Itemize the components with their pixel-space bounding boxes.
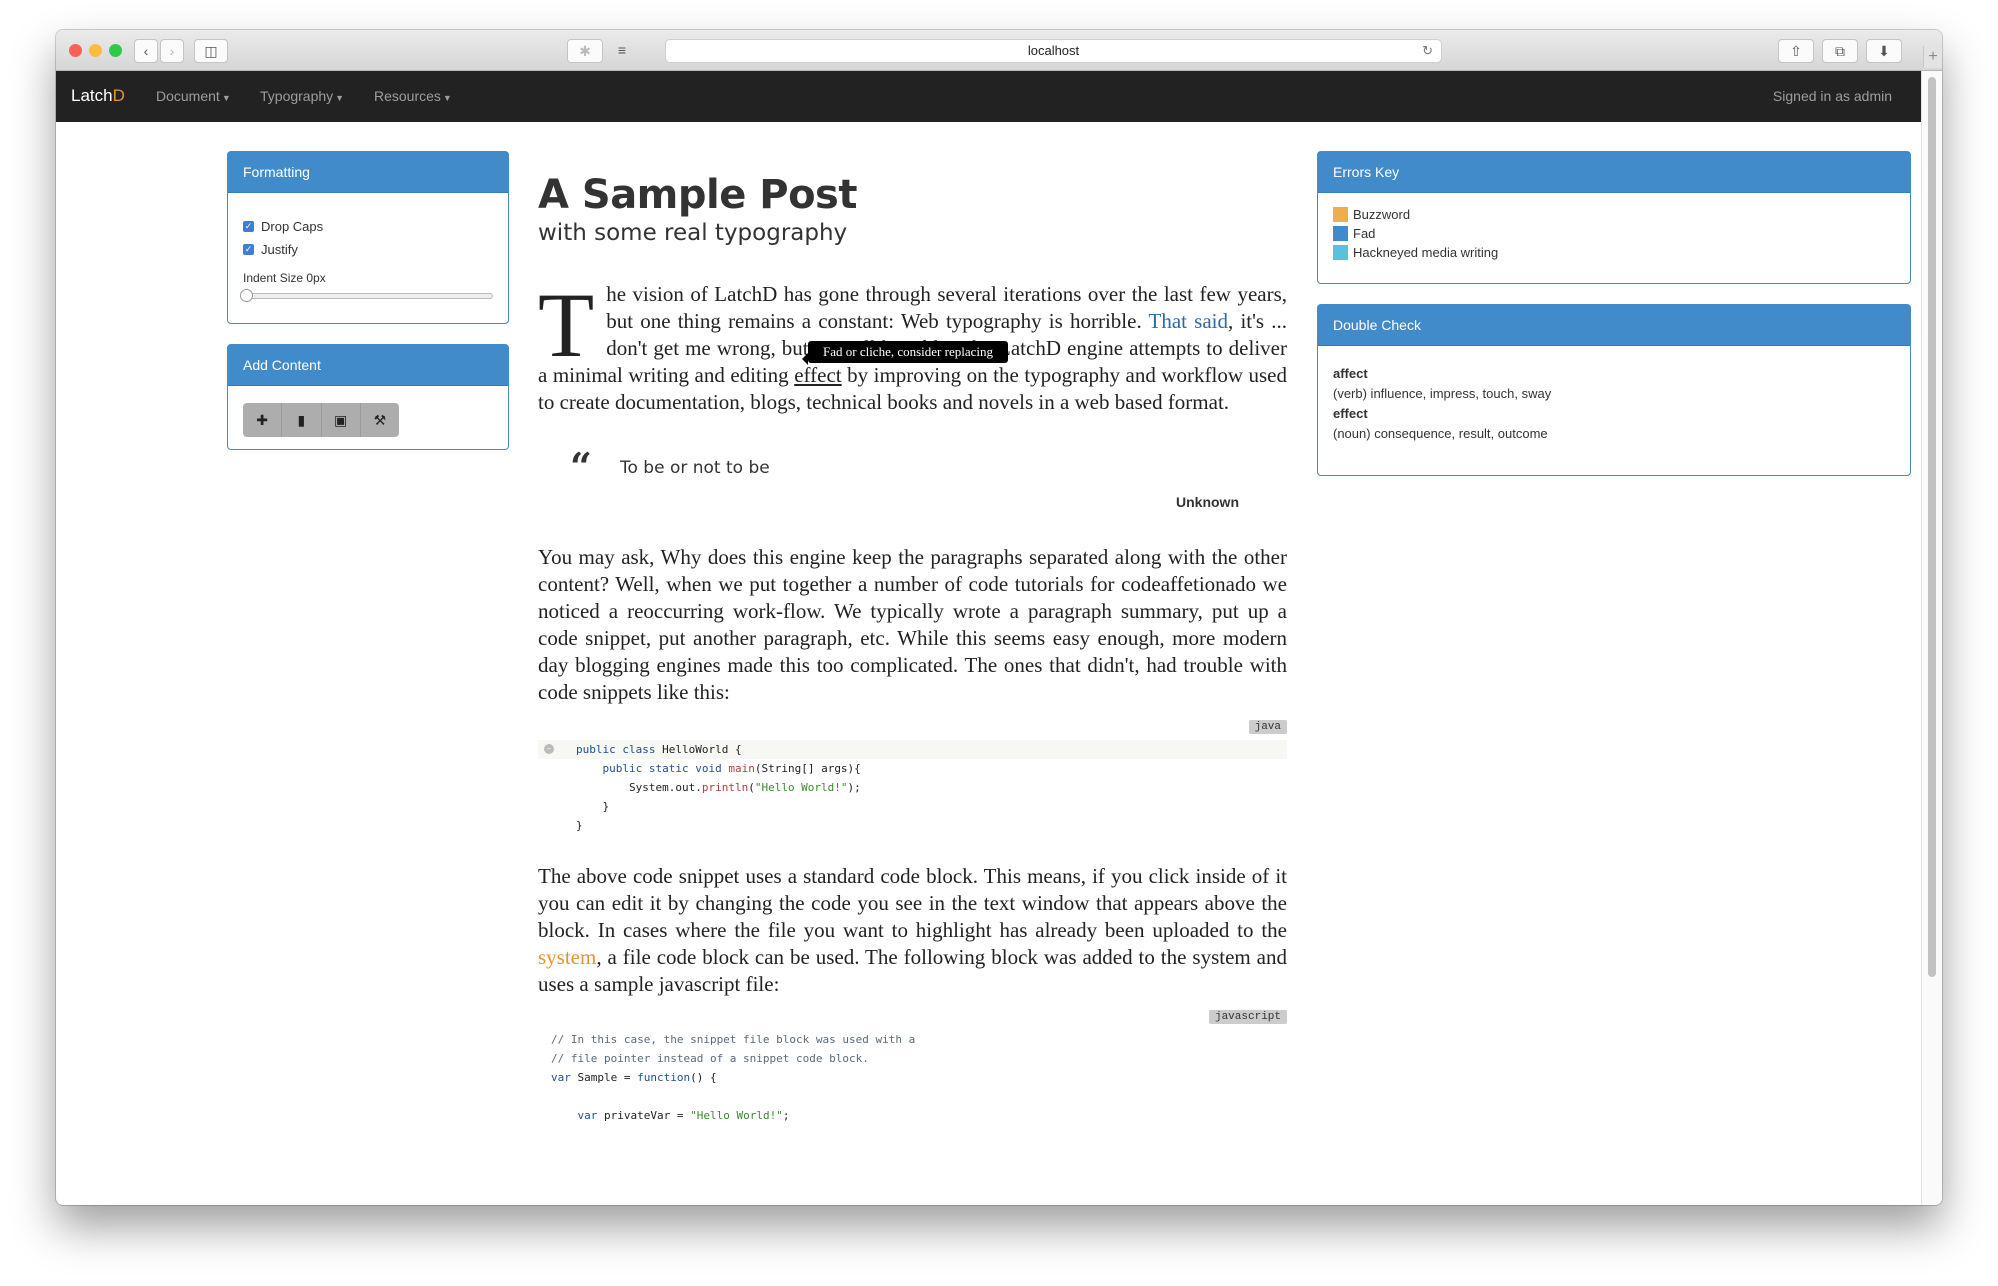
drop-caps-checkbox[interactable]: ✓ Drop Caps: [243, 219, 493, 234]
panel-title: Double Check: [1318, 305, 1910, 346]
nav-resources-menu[interactable]: Resources ▼: [374, 88, 452, 104]
error-key-label: Buzzword: [1353, 207, 1411, 222]
add-content-panel: Add Content ✚ ▮ ▣ ⚒: [227, 344, 509, 450]
page-scrollbar[interactable]: [1921, 71, 1942, 1205]
double-check-word: affect: [1333, 366, 1368, 381]
paragraph-text: , a file code block can be used. The fol…: [538, 945, 1287, 996]
code-language-badge: java: [538, 716, 1287, 734]
flagged-word-system[interactable]: system: [538, 945, 596, 969]
app-navbar: LatchD Document ▼ Typography ▼ Resources ▼ …: [56, 71, 1922, 122]
caret-down-icon: ▼: [335, 93, 345, 103]
extension-icon[interactable]: ✱: [567, 39, 603, 63]
brand-logo[interactable]: LatchD: [71, 86, 125, 106]
nav-label: Resources: [374, 88, 441, 104]
paragraph-workflow[interactable]: You may ask, Why does this engine keep t…: [538, 544, 1287, 706]
paragraph-code-explanation[interactable]: The above code snippet uses a standard c…: [538, 863, 1287, 998]
drop-cap: T: [538, 274, 595, 376]
browser-toolbar: ‹ › ◫ ✱ ≡ localhost ↻ ⇧ ⧉ ⬇ +: [56, 30, 1942, 71]
caret-down-icon: ▼: [221, 93, 231, 103]
flagged-word-effect[interactable]: effect: [794, 363, 841, 387]
paragraph-text: The above code snippet uses a standard c…: [538, 864, 1287, 942]
formatting-panel: Formatting ✓ Drop Caps ✓ Justify Indent …: [227, 151, 509, 324]
comment-icon[interactable]: ▮: [282, 403, 322, 437]
error-key-hackneyed: Hackneyed media writing: [1333, 245, 1895, 260]
image-icon[interactable]: ▣: [322, 403, 361, 437]
plus-icon[interactable]: ✚: [243, 403, 283, 437]
flagged-phrase-link[interactable]: That said: [1149, 309, 1229, 333]
indent-size-label: Indent Size 0px: [243, 271, 326, 285]
nav-document-menu[interactable]: Document ▼: [156, 88, 231, 104]
tabs-icon[interactable]: ⧉: [1822, 39, 1858, 63]
nav-label: Typography: [260, 88, 334, 104]
panel-title: Formatting: [228, 152, 508, 193]
panel-title: Add Content: [228, 345, 508, 386]
zoom-window-button[interactable]: [109, 44, 122, 57]
error-tooltip: Fad or cliche, consider replacing: [802, 341, 1008, 365]
new-tab-icon[interactable]: +: [1923, 46, 1942, 68]
brand-accent: D: [112, 86, 125, 105]
slider-handle[interactable]: [240, 289, 253, 302]
post-subtitle[interactable]: with some real typography: [538, 220, 1287, 246]
forward-icon[interactable]: ›: [160, 39, 184, 63]
minimize-window-button[interactable]: [89, 44, 102, 57]
error-key-buzzword: Buzzword: [1333, 207, 1895, 222]
language-label: javascript: [1208, 1010, 1287, 1024]
brand-name: Latch: [71, 86, 113, 105]
color-swatch: [1333, 226, 1348, 241]
checkmark-icon: ✓: [243, 244, 254, 255]
close-window-button[interactable]: [69, 44, 82, 57]
color-swatch: [1333, 207, 1348, 222]
blockquote[interactable]: “ To be or not to be Unknown: [538, 444, 1287, 514]
fold-icon[interactable]: −: [544, 744, 554, 754]
checkbox-label: Justify: [261, 242, 298, 257]
nav-label: Document: [156, 88, 220, 104]
indent-size-slider[interactable]: [240, 289, 493, 302]
double-check-word: effect: [1333, 406, 1368, 421]
paragraph-intro[interactable]: The vision of LatchD has gone through se…: [538, 274, 1287, 416]
reload-icon[interactable]: ↻: [1422, 40, 1433, 62]
code-language-badge: javascript: [538, 1006, 1287, 1024]
error-key-label: Fad: [1353, 226, 1376, 241]
quote-mark-icon: “: [570, 444, 592, 489]
language-label: java: [1248, 720, 1287, 734]
back-icon[interactable]: ‹: [134, 39, 158, 63]
quote-text: To be or not to be: [620, 458, 770, 478]
javascript-code-block[interactable]: // In this case, the snippet file block …: [538, 1030, 1287, 1125]
errors-key-panel: Errors Key Buzzword Fad Hackneyed media …: [1317, 151, 1911, 284]
sidebar-icon[interactable]: ◫: [194, 39, 228, 63]
error-key-fad: Fad: [1333, 226, 1895, 241]
scrollbar-thumb[interactable]: [1928, 77, 1936, 977]
caret-down-icon: ▼: [442, 93, 452, 103]
double-check-definition: (verb) influence, impress, touch, sway: [1333, 386, 1552, 401]
double-check-panel: Double Check affect (verb) influence, im…: [1317, 304, 1911, 476]
panel-title: Errors Key: [1318, 152, 1910, 193]
url-text: localhost: [1027, 43, 1080, 58]
double-check-definition: (noun) consequence, result, outcome: [1333, 426, 1548, 441]
reader-icon[interactable]: ≡: [611, 39, 633, 61]
nav-typography-menu[interactable]: Typography ▼: [260, 88, 344, 104]
color-swatch: [1333, 245, 1348, 260]
share-icon[interactable]: ⇧: [1778, 39, 1814, 63]
add-content-toolbar: ✚ ▮ ▣ ⚒: [243, 403, 399, 437]
checkmark-icon: ✓: [243, 221, 254, 232]
article-editor[interactable]: A Sample Post with some real typography …: [538, 122, 1287, 1125]
justify-checkbox[interactable]: ✓ Justify: [243, 242, 493, 257]
checkbox-label: Drop Caps: [261, 219, 324, 234]
error-key-label: Hackneyed media writing: [1353, 245, 1499, 260]
address-bar[interactable]: localhost ↻: [665, 39, 1442, 63]
browser-window: ‹ › ◫ ✱ ≡ localhost ↻ ⇧ ⧉ ⬇ + LatchD Doc…: [56, 30, 1942, 1205]
wrench-icon[interactable]: ⚒: [361, 403, 399, 437]
quote-author: Unknown: [1176, 494, 1239, 510]
download-icon[interactable]: ⬇: [1866, 39, 1902, 63]
post-title[interactable]: A Sample Post: [538, 172, 1287, 218]
signed-in-status[interactable]: Signed in as admin: [1773, 88, 1892, 104]
java-code-block[interactable]: − public class HelloWorld { public static…: [538, 740, 1287, 835]
